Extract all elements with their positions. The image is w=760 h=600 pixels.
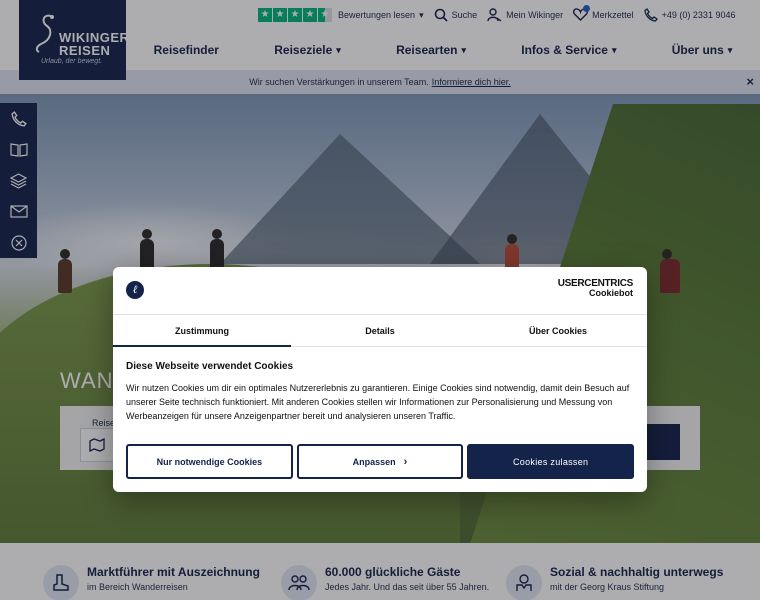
cookie-consent-dialog: ℓ USERCENTRICS Cookiebot Zustimmung Deta… (113, 267, 647, 492)
chevron-right-icon: › (403, 455, 408, 468)
accept-cookies-button[interactable]: Cookies zulassen (467, 444, 635, 479)
cookie-actions: Nur notwendige Cookies Anpassen › Cookies… (126, 444, 635, 479)
customize-button[interactable]: Anpassen › (296, 444, 464, 479)
tab-details[interactable]: Details (291, 315, 469, 346)
cookie-text: Wir nutzen Cookies um dir ein optimales … (126, 383, 630, 421)
necessary-cookies-button[interactable]: Nur notwendige Cookies (126, 444, 293, 479)
button-label: Cookies zulassen (513, 456, 589, 467)
cookie-heading: Diese Webseite verwendet Cookies (126, 361, 294, 372)
cookie-content: Diese Webseite verwendet Cookies Wir nut… (126, 361, 632, 423)
tab-zustimmung[interactable]: Zustimmung (113, 315, 291, 347)
button-label: Nur notwendige Cookies (156, 456, 263, 467)
button-label: Anpassen (352, 456, 396, 467)
cookiebot-logo: USERCENTRICS Cookiebot (558, 279, 634, 298)
tab-ueber-cookies[interactable]: Über Cookies (469, 315, 647, 346)
site-logo-icon: ℓ (126, 281, 144, 299)
cookie-tabs: Zustimmung Details Über Cookies (113, 314, 647, 347)
provider-product: Cookiebot (589, 288, 633, 298)
